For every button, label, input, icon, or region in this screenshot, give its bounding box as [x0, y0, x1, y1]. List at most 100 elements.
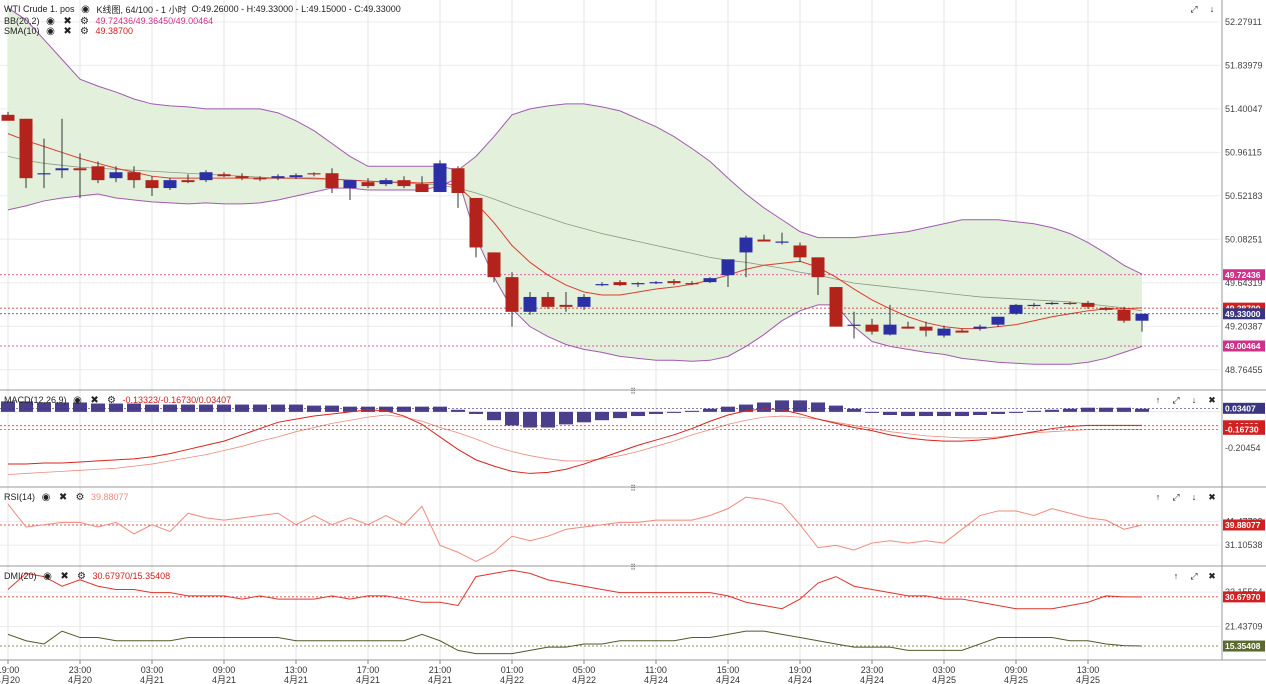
candle-down — [757, 239, 771, 242]
arrow-down-icon[interactable]: ↓ — [1188, 394, 1200, 406]
x-tick-time: 09:00 — [1005, 665, 1028, 675]
macd-histogram-bar — [559, 411, 573, 425]
candle-down — [325, 173, 339, 189]
x-tick-date: 4月20 — [68, 675, 92, 684]
x-tick-date: 4月24 — [788, 675, 812, 684]
eye-icon[interactable]: ◉ — [40, 491, 52, 503]
expand-icon[interactable]: ⤢ — [1170, 491, 1182, 503]
close-icon[interactable]: ✖ — [1206, 394, 1218, 406]
candle-up — [271, 176, 285, 179]
macd-histogram-bar — [649, 411, 663, 414]
price-tick-label: 50.96115 — [1225, 147, 1262, 157]
expand-icon[interactable]: ⤢ — [1188, 570, 1200, 582]
candle-down — [235, 176, 249, 179]
eye-icon[interactable]: ◉ — [72, 394, 84, 406]
close-icon[interactable]: ✖ — [59, 570, 71, 582]
macd-histogram-bar — [793, 400, 807, 412]
arrow-up-icon[interactable]: ↑ — [1152, 394, 1164, 406]
gear-icon[interactable]: ⚙ — [74, 491, 86, 503]
candle-down — [181, 180, 195, 183]
candle-down — [397, 180, 411, 187]
candle-up — [163, 180, 177, 189]
macd-histogram-bar — [1009, 411, 1023, 413]
candle-down — [469, 197, 483, 248]
dmi-tag: 15.35408 — [1225, 641, 1261, 651]
arrow-up-icon[interactable]: ↑ — [1170, 570, 1182, 582]
x-tick-time: 23:00 — [69, 665, 92, 675]
x-tick-time: 13:00 — [285, 665, 308, 675]
x-tick-date: 4月21 — [356, 675, 380, 684]
macd-histogram-bar — [937, 411, 951, 417]
arrow-down-icon[interactable]: ↓ — [1206, 3, 1218, 15]
candle-down — [901, 326, 915, 329]
arrow-up-icon[interactable]: ↑ — [1152, 491, 1164, 503]
expand-icon[interactable]: ⤢ — [1188, 3, 1200, 15]
gear-icon[interactable]: ⚙ — [76, 570, 88, 582]
eye-icon[interactable]: ◉ — [80, 3, 92, 15]
macd-histogram-bar — [1135, 408, 1149, 412]
macd-histogram-bar — [523, 411, 537, 428]
candle-up — [937, 328, 951, 336]
expand-icon[interactable]: ⤢ — [1170, 394, 1182, 406]
eye-icon[interactable]: ◉ — [42, 570, 54, 582]
price-tick-label: 51.83979 — [1225, 60, 1263, 70]
close-icon[interactable]: ✖ — [62, 25, 74, 37]
ohlc-label: O:49.26000 - H:49.33000 - L:49.15000 - C… — [191, 4, 401, 14]
candle-down — [829, 287, 843, 327]
chart-canvas[interactable]: 52.27911 51.83979 51.40047 50.96115 50.52183… — [0, 0, 1266, 684]
eye-icon[interactable]: ◉ — [45, 25, 57, 37]
candle-up — [991, 316, 1005, 325]
x-tick-date: 4月21 — [284, 675, 308, 684]
candle-up — [631, 283, 645, 285]
price-tick-label: 49.20387 — [1225, 321, 1263, 331]
macd-histogram-bar — [631, 411, 645, 417]
x-tick-time: 15:00 — [717, 665, 740, 675]
candle-up — [523, 296, 537, 312]
panel-resize-handle[interactable]: ⠿ — [629, 563, 637, 572]
macd-histogram-bar — [325, 405, 339, 412]
price-tag: 49.00464 — [1225, 341, 1261, 351]
x-tick-date: 4月22 — [572, 675, 596, 684]
candle-down — [91, 166, 105, 181]
sma-value: 49.38700 — [95, 26, 134, 36]
main-panel-controls: ⤢ ↓ — [1188, 3, 1218, 15]
gear-icon[interactable]: ⚙ — [106, 394, 118, 406]
panel-resize-handle[interactable]: ⠿ — [629, 484, 637, 493]
x-tick-time: 03:00 — [141, 665, 164, 675]
gear-icon[interactable]: ⚙ — [79, 25, 91, 37]
x-tick-date: 4月25 — [932, 675, 956, 684]
close-icon[interactable]: ✖ — [1206, 570, 1218, 582]
price-tag: 49.72436 — [1225, 270, 1261, 280]
candle-down — [307, 173, 321, 175]
x-tick-date: 4月24 — [644, 675, 668, 684]
rsi-panel-controls: ↑ ⤢ ↓ ✖ — [1152, 491, 1218, 503]
macd-histogram-bar — [433, 406, 447, 412]
candle-up — [433, 163, 447, 193]
close-icon[interactable]: ✖ — [89, 394, 101, 406]
candle-up — [1009, 304, 1023, 314]
candle-up — [847, 324, 861, 326]
candle-down — [73, 168, 87, 171]
macd-line — [8, 408, 1142, 474]
macd-histogram-bar — [667, 411, 681, 413]
candle-up — [973, 326, 987, 329]
candle-up — [289, 175, 303, 178]
arrow-down-icon[interactable]: ↓ — [1188, 491, 1200, 503]
rsi-tag: 39.88077 — [1225, 520, 1261, 530]
dmi-minus-line — [7, 630, 1143, 655]
candle-up — [1135, 313, 1149, 321]
macd-histogram-bar — [847, 408, 861, 412]
x-tick-date: 4月21 — [140, 675, 164, 684]
sma-indicator-header: SMA(10) ◉ ✖ ⚙ 49.38700 — [4, 25, 133, 37]
candle-up — [883, 324, 897, 335]
macd-histogram-bar — [757, 402, 771, 412]
close-icon[interactable]: ✖ — [1206, 491, 1218, 503]
macd-histogram-bar — [919, 411, 933, 417]
candle-down — [487, 252, 501, 278]
macd-histogram-bar — [541, 411, 555, 428]
close-icon[interactable]: ✖ — [57, 491, 69, 503]
panel-resize-handle[interactable]: ⠿ — [629, 387, 637, 396]
candle-down — [1099, 307, 1113, 310]
macd-histogram-bar — [469, 411, 483, 414]
macd-value: -0.13323/-0.16730/0.03407 — [122, 395, 232, 405]
